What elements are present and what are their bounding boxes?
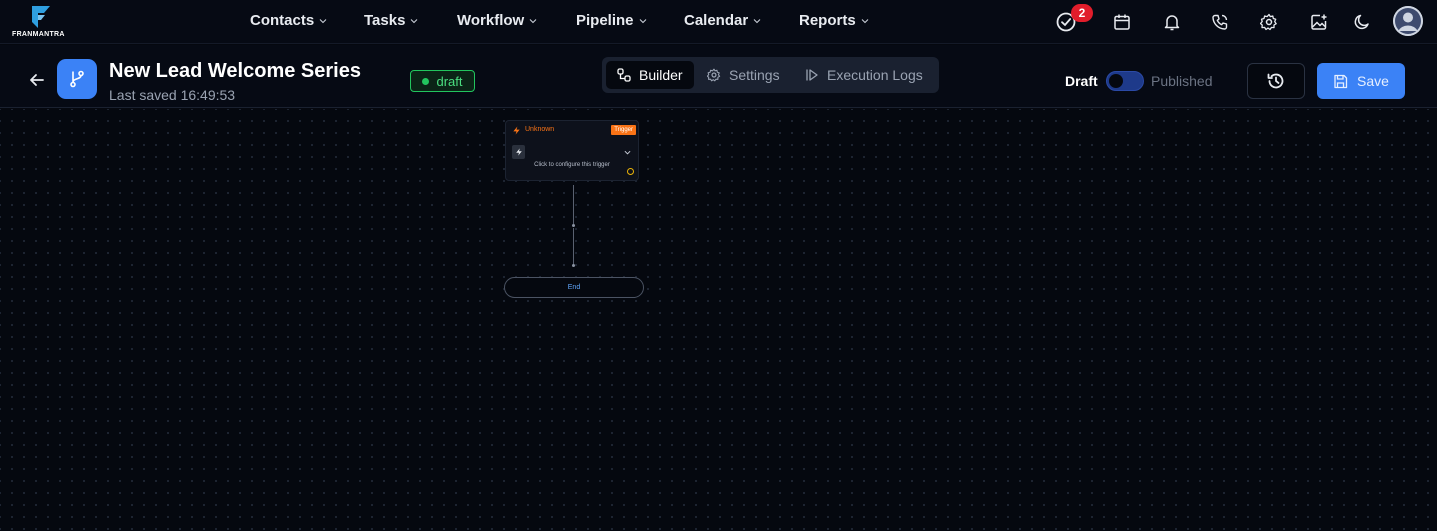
phone-icon: [1212, 14, 1228, 30]
theme-toggle-button[interactable]: [1349, 9, 1375, 35]
tab-builder[interactable]: Builder: [606, 61, 694, 89]
warning-icon: [627, 168, 634, 175]
nav-contacts-label: Contacts: [250, 12, 315, 29]
chevron-down-icon: [639, 18, 646, 23]
chevron-down-icon: [861, 18, 869, 23]
notifications-button[interactable]: [1159, 9, 1185, 35]
calendar-button[interactable]: [1109, 9, 1135, 35]
nav-workflow[interactable]: Workflow: [457, 12, 537, 29]
image-upload-icon: [1311, 14, 1327, 30]
end-node[interactable]: End: [504, 277, 644, 298]
nav-calendar-label: Calendar: [684, 12, 749, 29]
chevron-down-icon: [319, 18, 327, 23]
connector-line: [573, 228, 574, 265]
gear-icon: [707, 68, 721, 82]
connector-line: [573, 185, 574, 224]
nav-tasks[interactable]: Tasks: [364, 12, 418, 29]
lightning-icon: [515, 148, 522, 156]
trigger-title: Unknown: [525, 126, 555, 133]
nav-calendar[interactable]: Calendar: [684, 12, 761, 29]
save-button-label: Save: [1357, 73, 1389, 89]
workflow-icon-tile: [57, 59, 97, 99]
nav-reports[interactable]: Reports: [799, 12, 869, 29]
back-arrow-icon[interactable]: [28, 71, 46, 89]
nav-pipeline[interactable]: Pipeline: [576, 12, 647, 29]
trigger-badge: Trigger: [611, 125, 636, 135]
top-navigation: FRANMANTRA Contacts Tasks Workflow Pipel…: [0, 0, 1437, 44]
trigger-type-selector[interactable]: [512, 145, 525, 159]
notification-count-badge: 2: [1071, 4, 1093, 22]
nodes-icon: [617, 68, 631, 82]
status-badge-label: draft: [436, 73, 463, 89]
connector-handle[interactable]: [572, 224, 575, 227]
chevron-down-icon: [411, 18, 418, 23]
toggle-knob: [1109, 74, 1123, 88]
calendar-icon: [1114, 14, 1130, 30]
nav-contacts[interactable]: Contacts: [250, 12, 327, 29]
bell-icon: [1164, 15, 1180, 31]
connector-handle[interactable]: [572, 264, 575, 267]
user-avatar-icon: [1393, 6, 1423, 36]
user-avatar[interactable]: [1393, 6, 1423, 36]
history-icon: [1267, 73, 1284, 89]
play-outline-icon: [806, 69, 818, 81]
save-button[interactable]: Save: [1317, 63, 1405, 99]
nav-tasks-label: Tasks: [364, 12, 406, 29]
publish-toggle[interactable]: [1106, 71, 1144, 91]
tab-settings-label: Settings: [729, 67, 780, 83]
status-badge: draft: [410, 70, 475, 92]
nav-pipeline-label: Pipeline: [576, 12, 634, 29]
chevron-down-icon: [753, 18, 761, 23]
nav-workflow-label: Workflow: [457, 12, 525, 29]
published-label: Published: [1151, 73, 1213, 89]
moon-icon: [1354, 14, 1369, 30]
brand-name: FRANMANTRA: [12, 31, 65, 38]
tab-execution-logs[interactable]: Execution Logs: [794, 61, 934, 89]
status-dot: [422, 77, 430, 85]
nav-reports-label: Reports: [799, 12, 856, 29]
trigger-hint: Click to configure this trigger: [534, 162, 610, 168]
workflow-canvas[interactable]: [0, 109, 1437, 531]
lightning-icon: [513, 126, 520, 135]
tab-settings[interactable]: Settings: [696, 61, 791, 89]
tab-execution-logs-label: Execution Logs: [827, 67, 923, 83]
chevron-down-icon: [529, 18, 537, 23]
version-history-button[interactable]: [1247, 63, 1305, 99]
view-tabs: Builder Settings Execution Logs: [602, 57, 939, 93]
gear-icon: [1260, 13, 1277, 31]
trigger-node[interactable]: Unknown Trigger Click to configure this …: [505, 120, 639, 181]
image-upload-button[interactable]: [1306, 9, 1332, 35]
last-saved-text: Last saved 16:49:53: [109, 87, 236, 103]
phone-button[interactable]: [1207, 9, 1233, 35]
brand-logo-icon: [32, 6, 50, 28]
chevron-down-icon[interactable]: [624, 149, 631, 156]
git-branch-icon: [70, 70, 84, 88]
tab-builder-label: Builder: [639, 67, 683, 83]
save-icon: [1334, 74, 1348, 88]
draft-label: Draft: [1065, 73, 1098, 89]
workflow-title: New Lead Welcome Series: [109, 60, 361, 82]
settings-button[interactable]: [1256, 9, 1282, 35]
brand-logo[interactable]: FRANMANTRA: [12, 4, 76, 40]
